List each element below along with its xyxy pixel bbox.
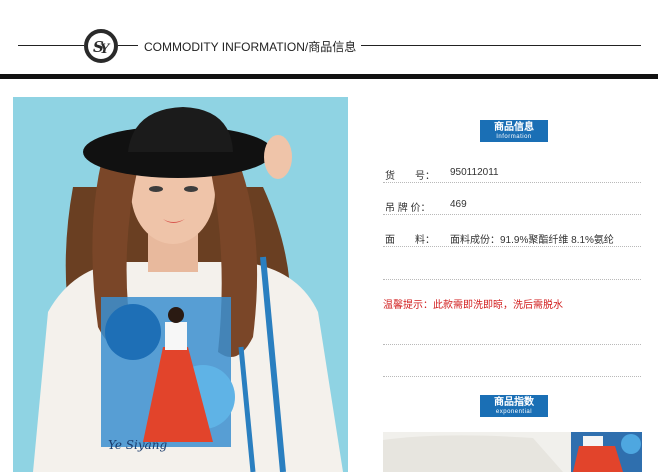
detail-label: 面 料： xyxy=(385,235,435,246)
detail-row-fabric: 面 料： 面料成份：91.9%聚酯纤维 8.1%氨纶 xyxy=(383,224,641,247)
brand-logo: S Y xyxy=(84,29,118,63)
header-rule-mid xyxy=(118,45,138,46)
detail-row-sku: 货 号： 950112011 xyxy=(383,160,641,183)
header-rule-left xyxy=(18,45,84,46)
info-badge-en: Information xyxy=(496,134,532,140)
divider-line xyxy=(383,343,641,345)
shirt-signature: Ye Siyang xyxy=(108,438,168,452)
info-badge: 商品信息 Information xyxy=(480,120,548,142)
detail-value: 面料成份：91.9%聚酯纤维 8.1%氨纶 xyxy=(450,235,614,246)
index-badge: 商品指数 exponential xyxy=(480,395,548,417)
detail-label: 吊 牌 价： xyxy=(385,203,431,214)
divider-line xyxy=(383,375,641,377)
detail-label: 货 号： xyxy=(385,171,435,182)
header-divider xyxy=(0,74,658,79)
detail-value: 469 xyxy=(450,199,467,210)
divider-line xyxy=(383,278,641,280)
index-badge-cn: 商品指数 xyxy=(494,397,534,408)
section-title: COMMODITY INFORMATION/商品信息 xyxy=(144,40,357,54)
header-rule-right xyxy=(361,45,641,46)
detail-row-price: 吊 牌 价： 469 xyxy=(383,192,641,215)
warning-text: 温馨提示：此款需即洗即晾，洗后需脱水 xyxy=(383,300,563,311)
index-badge-en: exponential xyxy=(495,409,533,415)
info-badge-cn: 商品信息 xyxy=(494,122,534,133)
product-photo: Ye Siyang xyxy=(13,97,348,472)
product-thumbnail xyxy=(383,432,642,472)
detail-value: 950112011 xyxy=(450,167,499,178)
